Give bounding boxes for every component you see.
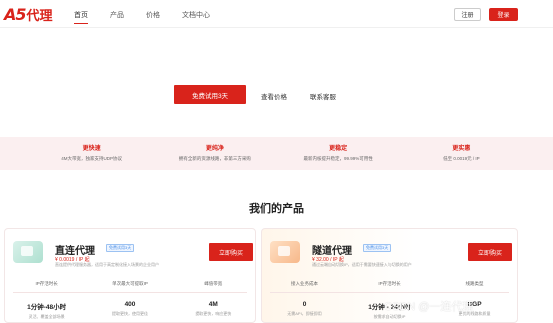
card-header: 隧道代理 免费试用3天 ¥ 32.00 / IP 起 通过云端自动切换IP，适用… [262,229,517,277]
product-note: 直连提供代理服务器，适用于高定制化接入场景的企业用户 [55,262,159,267]
top-header: A5 代理 首页 产品 价格 文档中心 注册 登录 [0,0,553,28]
stat-value: 1分钟-48小时 [27,304,67,311]
stat-label: 接入业务成本 [291,281,318,286]
free-trial-button[interactable]: 免费试用3天 [174,85,246,104]
trial-badge: 免费试用3天 [363,244,392,252]
trial-badge: 免费试用3天 [106,244,135,252]
csdn-watermark: CSDN @一连代理 [384,301,474,313]
tunnel-proxy-icon [270,241,300,263]
feature-desc: 拥有全新的资源线路，非第三方采购 [178,156,251,161]
stat-desc: 按需求自动切换IP [373,314,406,319]
register-button[interactable]: 注册 [454,8,481,21]
stat-item: 接入业务成本 0 无需API，即接即用 [262,281,347,320]
stat-desc: 提取更快，响应更快 [195,311,232,316]
product-note: 通过云端自动切换IP，适用于需要快速接入与切换的用户 [312,262,412,267]
product-stats: IP存活时长 1分钟-48小时 灵活、覆盖全部场景 单次最大可提取IP 400 … [5,281,255,320]
stat-desc: 提取更快，使用更佳 [111,311,148,316]
buy-now-button[interactable]: 立即购买 [209,243,253,261]
stat-desc: 灵活、覆盖全部场景 [28,314,65,319]
stat-item: 单次最大可提取IP 400 提取更快，使用更佳 [88,281,171,320]
stat-desc: 无需API，即接即用 [287,311,322,316]
nav-home[interactable]: 首页 [74,10,88,24]
product-card-direct: 直连代理 免费试用3天 ¥ 0.0019 / IP 起 直连提供代理服务器，适用… [4,228,256,323]
product-name: 隧道代理 [312,246,352,257]
stat-label: 峰值带宽 [204,281,223,286]
feature-item: 更快速 4M大带宽，独家支持UDP协议 [37,137,147,170]
feature-item: 更实惠 低至 0.0019元 / IP [406,137,516,170]
divider [270,292,509,293]
product-name: 直连代理 [55,246,95,257]
site-logo[interactable]: A5 代理 [4,4,53,24]
feature-title: 更纯净 [205,146,224,152]
feature-title: 更稳定 [329,146,348,152]
feature-title: 更实惠 [452,146,471,152]
divider [13,292,247,293]
card-header: 直连代理 免费试用3天 ¥ 0.0019 / IP 起 直连提供代理服务器，适用… [5,229,255,277]
logo-text: 代理 [26,8,53,24]
stat-label: 线路类型 [465,281,484,286]
contact-support-link[interactable]: 联系客服 [310,91,336,101]
feature-title: 更快速 [82,146,101,152]
main-nav: 首页 产品 价格 文档中心 [74,10,232,24]
feature-desc: 最新内核提升稳定，99.99%可用性 [303,156,373,161]
feature-desc: 低至 0.0019元 / IP [443,156,480,161]
direct-proxy-icon [13,241,43,263]
feature-desc: 4M大带宽，独家支持UDP协议 [61,156,122,161]
feature-item: 更稳定 最新内核提升稳定，99.99%可用性 [283,137,393,170]
stat-value: 0 [302,301,307,308]
features-strip: 更快速 4M大带宽，独家支持UDP协议 更纯净 拥有全新的资源线路，非第三方采购… [0,137,553,170]
nav-docs[interactable]: 文档中心 [182,10,210,20]
logo-mark: A5 [4,4,26,24]
stat-label: IP存活时长 [35,281,58,286]
stat-item: IP存活时长 1分钟-48小时 灵活、覆盖全部场景 [5,281,88,320]
nav-pricing[interactable]: 价格 [146,10,160,20]
view-pricing-link[interactable]: 查看价格 [261,91,287,101]
login-button[interactable]: 登录 [489,8,518,21]
stat-value: 400 [124,301,136,308]
feature-item: 更纯净 拥有全新的资源线路，非第三方采购 [160,137,270,170]
hero-section: 免费试用3天 查看价格 联系客服 [0,28,553,135]
stat-label: 单次最大可提取IP [112,281,148,286]
buy-now-button[interactable]: 立即购买 [468,243,512,261]
stat-item: 峰值带宽 4M 提取更快，响应更快 [172,281,255,320]
nav-products[interactable]: 产品 [110,10,124,20]
products-section-title: 我们的产品 [249,203,304,215]
stat-label: IP存活时长 [378,281,401,286]
stat-value: 4M [208,301,218,308]
